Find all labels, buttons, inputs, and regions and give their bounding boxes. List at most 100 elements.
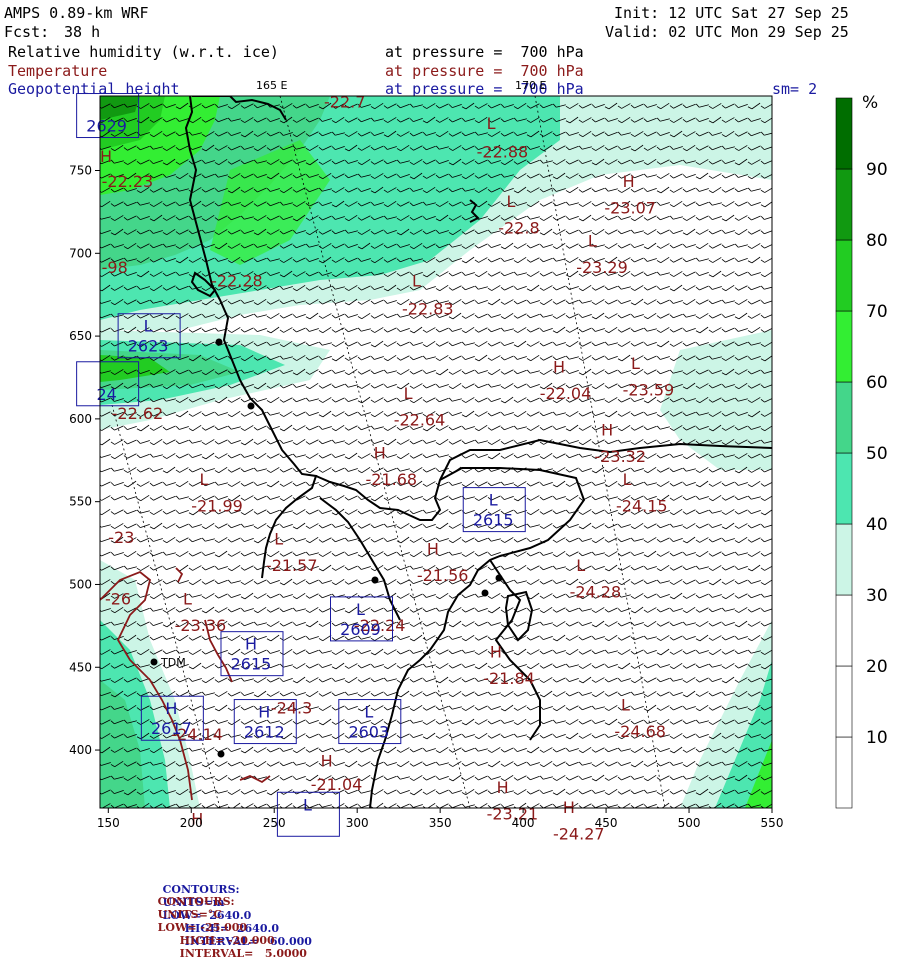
- x-tick-label: 550: [761, 816, 784, 830]
- temp-extremum-marker: H: [563, 798, 575, 817]
- temp-value-label: -24.28: [570, 583, 622, 602]
- height-extremum-marker: H: [245, 635, 257, 654]
- temp-extremum-marker: H: [374, 444, 386, 463]
- colorbar-unit: %: [862, 93, 878, 113]
- colorbar-label: 30: [866, 586, 888, 606]
- y-tick-label: 500: [69, 577, 92, 591]
- temp-extremum-marker: H: [623, 172, 635, 191]
- temp-value-label: -21.84: [483, 669, 535, 688]
- temp-extremum-marker: H: [100, 147, 112, 166]
- colorbar-segment: [836, 453, 852, 524]
- height-value-label: 2615: [231, 655, 272, 674]
- colorbar-label: 90: [866, 160, 888, 180]
- temp-extremum-marker: H: [553, 358, 565, 377]
- temp-value-label: -22.83: [402, 300, 454, 319]
- temp-value-label: -22.88: [477, 142, 529, 161]
- temp-extremum-marker: H: [601, 420, 613, 439]
- footer-temp-low: LOW= -25.000: [158, 921, 247, 934]
- temp-extremum-marker: L: [621, 695, 630, 714]
- temp-extremum-marker: L: [404, 384, 413, 403]
- lon-label-170e: 170 E: [515, 79, 546, 92]
- temp-extremum-marker: L: [274, 530, 283, 549]
- y-tick-label: 600: [69, 412, 92, 426]
- temp-extremum-marker: L: [576, 556, 585, 575]
- temp-extremum-marker: H: [321, 752, 333, 771]
- colorbar-label: 50: [866, 444, 888, 464]
- colorbar-segment: [836, 98, 852, 169]
- colorbar-segment: [836, 666, 852, 737]
- footer-temp-units: UNITS=°C: [158, 908, 222, 921]
- temp-extremum-marker: H: [427, 540, 439, 559]
- temp-value-label: -22.8: [498, 218, 539, 237]
- temp-value-label: -23.32: [594, 447, 646, 466]
- x-tick-label: 300: [346, 816, 369, 830]
- temp-value-label: -22.28: [211, 271, 263, 290]
- temp-extremum-marker: L: [487, 114, 496, 133]
- temp-extremum-marker: L: [588, 232, 597, 251]
- height-value-label: 2603: [348, 723, 389, 742]
- x-tick-label: 200: [180, 816, 203, 830]
- temp-value-label: -21.99: [191, 497, 243, 516]
- colorbar-segment: [836, 169, 852, 240]
- lon-label-165e: 165 E: [256, 79, 287, 92]
- colorbar-segment: [836, 240, 852, 311]
- colorbar-segment: [836, 382, 852, 453]
- x-tick-label: 250: [263, 816, 286, 830]
- height-value-label: 2629: [86, 117, 127, 136]
- height-value-label: 2623: [128, 337, 169, 356]
- temp-extremum-marker: H: [490, 642, 502, 661]
- temp-value-label: -24.15: [616, 497, 668, 516]
- temp-value-label: -21.56: [417, 566, 469, 585]
- height-extremum-marker: H: [165, 699, 177, 718]
- temp-value-label: -24.68: [614, 722, 666, 741]
- height-extremum-marker: L: [144, 317, 153, 336]
- x-tick-label: 500: [678, 816, 701, 830]
- height-extremum-marker: L: [489, 491, 498, 510]
- colorbar-label: 60: [866, 373, 888, 393]
- y-tick-label: 650: [69, 329, 92, 343]
- y-tick-label: 450: [69, 660, 92, 674]
- y-tick-label: 700: [69, 246, 92, 260]
- footer-temp-high: HIGH= -20.000: [180, 934, 275, 947]
- temp-value-label: -22.64: [394, 411, 446, 430]
- temp-value-label: -26: [105, 589, 131, 608]
- temp-value-label: -23.59: [623, 381, 675, 400]
- temp-extremum-marker: L: [623, 470, 632, 489]
- height-extremum-marker: L: [364, 703, 373, 722]
- temp-value-label: -98: [102, 258, 128, 277]
- temp-value-label: -23.29: [576, 258, 628, 277]
- footer-temp-label: CONTOURS:: [158, 895, 235, 908]
- colorbar-segment: [836, 595, 852, 666]
- height-extremum-marker: H: [258, 703, 270, 722]
- colorbar-label: 70: [866, 302, 888, 322]
- height-value-label: 2609: [340, 620, 381, 639]
- x-tick-label: 400: [512, 816, 535, 830]
- colorbar-label: 10: [866, 728, 888, 748]
- colorbar-segment: [836, 524, 852, 595]
- y-tick-label: 400: [69, 743, 92, 757]
- station-label: TDM: [160, 656, 186, 669]
- height-value-label: 2615: [473, 511, 514, 530]
- colorbar-label: 40: [866, 515, 888, 535]
- colorbar-segment: [836, 311, 852, 382]
- temp-value-label: -24.3: [271, 699, 312, 718]
- temp-value-label: -23: [108, 528, 134, 547]
- colorbar-label: 20: [866, 657, 888, 677]
- temp-value-label: -22.7: [324, 93, 365, 112]
- x-tick-label: 450: [595, 816, 618, 830]
- y-axis: 400450500550600650700750: [69, 164, 100, 758]
- temp-value-label: -21.57: [266, 556, 318, 575]
- colorbar-label: 80: [866, 231, 888, 251]
- x-tick-label: 350: [429, 816, 452, 830]
- temp-extremum-marker: L: [183, 589, 192, 608]
- colorbar: 90 80 70 60 50 40 30 20 10: [836, 98, 888, 808]
- x-tick-label: 150: [97, 816, 120, 830]
- temp-value-label: -21.04: [311, 775, 363, 794]
- temp-value-label: -22.23: [102, 172, 154, 191]
- temp-extremum-marker: L: [200, 470, 209, 489]
- height-extremum-marker: L: [303, 795, 312, 814]
- temp-value-label: -23.36: [175, 616, 227, 635]
- temp-value-label: -22.04: [540, 384, 592, 403]
- y-tick-label: 550: [69, 495, 92, 509]
- temp-extremum-marker: H: [497, 778, 509, 797]
